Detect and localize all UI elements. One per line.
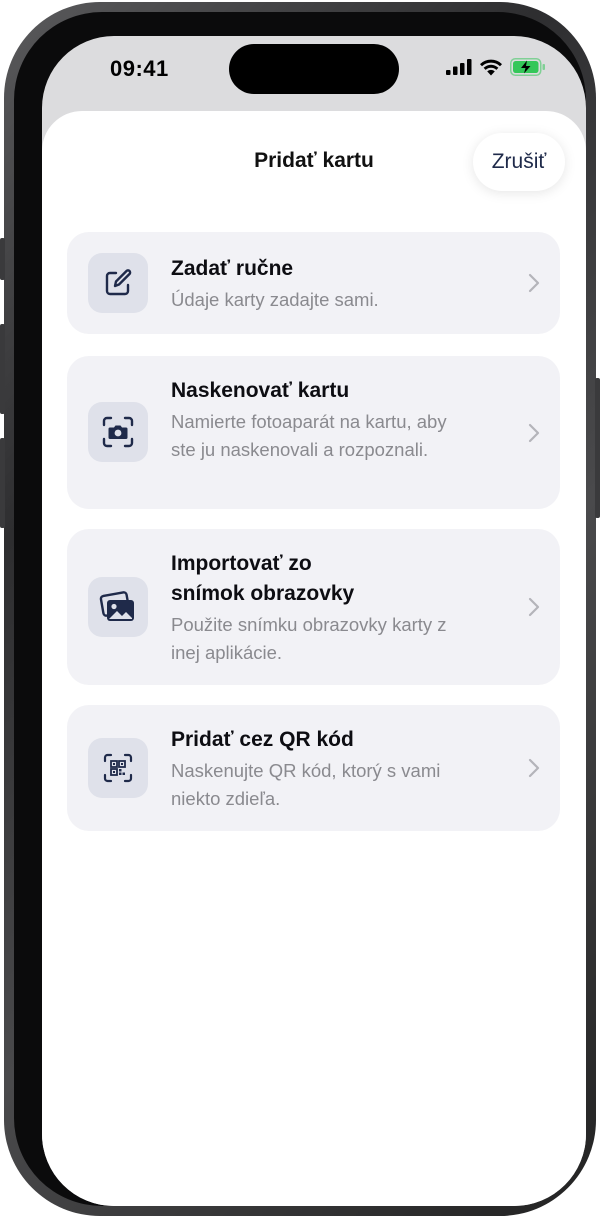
edit-icon bbox=[105, 269, 132, 296]
phone-frame: 09:41 Pridať kartu Zrušiť Zadať ručne Úd… bbox=[0, 2, 600, 1216]
option-text: Importovať zo snímok obrazovky Použite s… bbox=[171, 549, 491, 667]
volume-down-button bbox=[0, 438, 5, 528]
qr-scan-icon bbox=[103, 753, 133, 783]
edit-icon-tile bbox=[88, 253, 148, 313]
add-card-sheet: Pridať kartu Zrušiť Zadať ručne Údaje ka… bbox=[42, 111, 586, 1206]
phone-bezel: 09:41 Pridať kartu Zrušiť Zadať ručne Úd… bbox=[14, 12, 586, 1206]
camera-scan-icon-tile bbox=[88, 402, 148, 462]
option-title: Importovať zo snímok obrazovky bbox=[171, 552, 355, 605]
cellular-signal-icon bbox=[446, 59, 472, 75]
action-button bbox=[0, 238, 5, 280]
status-icons bbox=[446, 58, 546, 76]
option-scan-card[interactable]: Naskenovať kartu Namierte fotoaparát na … bbox=[67, 356, 560, 509]
chevron-right-icon bbox=[528, 423, 540, 443]
option-title: Zadať ručne bbox=[171, 257, 294, 280]
option-manual-entry[interactable]: Zadať ručne Údaje karty zadajte sami. bbox=[67, 232, 560, 334]
chevron-right-icon bbox=[528, 597, 540, 617]
cancel-button[interactable]: Zrušiť bbox=[473, 133, 565, 191]
status-bar: 09:41 bbox=[42, 36, 586, 106]
status-time: 09:41 bbox=[110, 56, 169, 81]
option-text: Naskenovať kartu Namierte fotoaparát na … bbox=[171, 376, 491, 464]
option-description: Údaje karty zadajte sami. bbox=[171, 289, 379, 310]
option-description: Použite snímku obrazovky karty z inej ap… bbox=[171, 614, 447, 663]
option-text: Pridať cez QR kód Naskenujte QR kód, kto… bbox=[171, 725, 491, 813]
option-text: Zadať ručne Údaje karty zadajte sami. bbox=[171, 254, 491, 314]
option-title: Naskenovať kartu bbox=[171, 379, 350, 402]
photos-icon-tile bbox=[88, 577, 148, 637]
option-description: Namierte fotoaparát na kartu, aby ste ju… bbox=[171, 411, 447, 460]
chevron-right-icon bbox=[528, 273, 540, 293]
photos-icon bbox=[99, 591, 134, 621]
dynamic-island bbox=[229, 44, 399, 94]
option-qr-code[interactable]: Pridať cez QR kód Naskenujte QR kód, kto… bbox=[67, 705, 560, 831]
option-description: Naskenujte QR kód, ktorý s vami niekto z… bbox=[171, 760, 441, 809]
battery-charging-icon bbox=[510, 58, 545, 76]
option-import-screenshot[interactable]: Importovať zo snímok obrazovky Použite s… bbox=[67, 529, 560, 685]
camera-scan-icon bbox=[102, 416, 134, 448]
qr-scan-icon-tile bbox=[88, 738, 148, 798]
power-button bbox=[595, 378, 600, 518]
chevron-right-icon bbox=[528, 758, 540, 778]
option-title: Pridať cez QR kód bbox=[171, 728, 354, 751]
volume-up-button bbox=[0, 324, 5, 414]
screen: 09:41 Pridať kartu Zrušiť Zadať ručne Úd… bbox=[42, 36, 586, 1206]
wifi-icon bbox=[480, 59, 502, 75]
